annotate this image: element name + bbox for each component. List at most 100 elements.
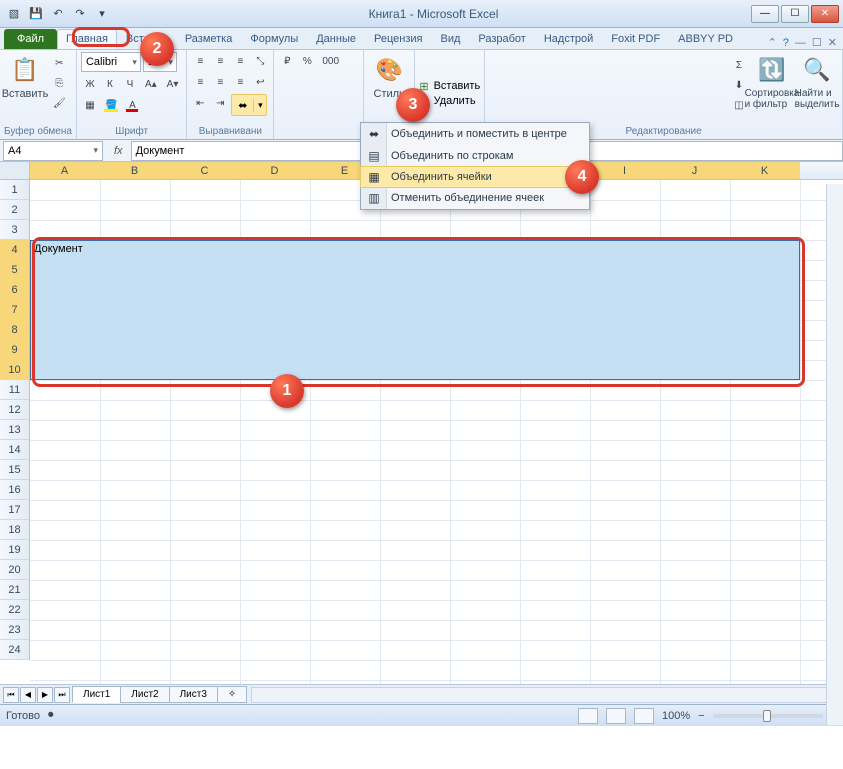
row-header[interactable]: 13 xyxy=(0,420,29,440)
ribbon-min-icon[interactable]: ⌃ xyxy=(768,36,777,49)
row-header[interactable]: 19 xyxy=(0,540,29,560)
sheet-tab-2[interactable]: Лист2 xyxy=(120,686,169,703)
row-header[interactable]: 2 xyxy=(0,200,29,220)
tab-file[interactable]: Файл xyxy=(4,29,57,49)
row-header[interactable]: 17 xyxy=(0,500,29,520)
col-header[interactable]: B xyxy=(100,162,170,179)
autosum-icon[interactable]: Σ xyxy=(730,56,748,74)
cell-insert-button[interactable]: Вставить xyxy=(434,80,481,93)
sheet-tab-1[interactable]: Лист1 xyxy=(72,686,121,703)
sheet-nav-last-icon[interactable]: ⏭ xyxy=(54,687,70,703)
row-header[interactable]: 14 xyxy=(0,440,29,460)
indent-inc-icon[interactable]: ⇥ xyxy=(211,94,229,112)
tab-review[interactable]: Рецензия xyxy=(365,29,432,49)
wrap-text-icon[interactable]: ↩ xyxy=(251,73,269,91)
col-header[interactable]: J xyxy=(660,162,730,179)
tab-home[interactable]: Главная xyxy=(57,29,117,49)
merge-across-item[interactable]: ▤Объединить по строкам xyxy=(361,145,589,167)
tab-data[interactable]: Данные xyxy=(307,29,365,49)
macro-rec-icon[interactable]: ⏺ xyxy=(48,709,54,722)
row-header[interactable]: 16 xyxy=(0,480,29,500)
unmerge-item[interactable]: ▥Отменить объединение ячеек xyxy=(361,187,589,209)
tab-dev[interactable]: Разработ xyxy=(469,29,534,49)
view-normal-icon[interactable] xyxy=(578,708,598,724)
row-header[interactable]: 24 xyxy=(0,640,29,660)
close-button[interactable]: ✕ xyxy=(811,5,839,23)
zoom-out-icon[interactable]: − xyxy=(698,710,704,722)
italic-button[interactable]: К xyxy=(101,75,119,93)
grow-font-icon[interactable]: A▴ xyxy=(141,75,161,93)
merge-dropdown-icon[interactable]: ▾ xyxy=(254,100,266,111)
tab-formulas[interactable]: Формулы xyxy=(241,29,307,49)
comma-icon[interactable]: 000 xyxy=(318,52,343,70)
row-header[interactable]: 23 xyxy=(0,620,29,640)
font-family-combo[interactable]: Calibri xyxy=(81,52,141,72)
right-align-icon[interactable]: ≡ xyxy=(231,73,249,91)
format-painter-icon[interactable]: 🖌 xyxy=(49,94,70,112)
doc-min-icon[interactable]: — xyxy=(795,37,806,49)
col-header[interactable]: K xyxy=(730,162,800,179)
tab-addins[interactable]: Надстрой xyxy=(535,29,602,49)
name-box[interactable]: A4 xyxy=(3,141,103,161)
merge-split-button[interactable]: ⬌ ▾ xyxy=(231,94,267,116)
merge-center-item[interactable]: ⬌Объединить и поместить в центре xyxy=(361,123,589,145)
col-header[interactable]: I xyxy=(590,162,660,179)
col-header[interactable]: A xyxy=(30,162,100,179)
row-header[interactable]: 10 xyxy=(0,360,29,380)
row-header[interactable]: 3 xyxy=(0,220,29,240)
col-header[interactable]: D xyxy=(240,162,310,179)
fill-color-icon[interactable]: 🪣 xyxy=(101,96,121,114)
underline-button[interactable]: Ч xyxy=(121,75,139,93)
mid-align-icon[interactable]: ≡ xyxy=(211,52,229,70)
horizontal-scrollbar[interactable] xyxy=(251,687,839,703)
cut-icon[interactable]: ✂ xyxy=(49,54,70,72)
sheet-tab-new-icon[interactable]: ✧ xyxy=(217,686,247,703)
row-header[interactable]: 11 xyxy=(0,380,29,400)
save-icon[interactable]: 💾 xyxy=(26,4,46,24)
center-align-icon[interactable]: ≡ xyxy=(211,73,229,91)
minimize-button[interactable]: — xyxy=(751,5,779,23)
bot-align-icon[interactable]: ≡ xyxy=(231,52,249,70)
row-header[interactable]: 20 xyxy=(0,560,29,580)
help-icon[interactable]: ? xyxy=(783,37,789,49)
spreadsheet-grid[interactable]: A B C D E F G H I J K 1 2 3 4 5 6 7 8 9 … xyxy=(0,162,843,684)
orient-icon[interactable]: ⤡ xyxy=(251,52,269,70)
tab-abbyy[interactable]: ABBYY PD xyxy=(669,29,742,49)
bold-button[interactable]: Ж xyxy=(81,75,99,93)
copy-icon[interactable]: ⎘ xyxy=(49,74,70,92)
row-header[interactable]: 4 xyxy=(0,240,29,260)
currency-icon[interactable]: ₽ xyxy=(278,52,296,70)
row-header[interactable]: 15 xyxy=(0,460,29,480)
doc-close-icon[interactable]: ✕ xyxy=(828,36,837,49)
border-icon[interactable]: ▦ xyxy=(81,96,99,114)
tab-view[interactable]: Вид xyxy=(431,29,469,49)
percent-icon[interactable]: % xyxy=(298,52,316,70)
merge-cells-item[interactable]: ▦Объединить ячейки xyxy=(360,166,590,188)
find-select-button[interactable]: 🔍 Найти и выделить xyxy=(796,52,838,124)
row-header[interactable]: 18 xyxy=(0,520,29,540)
row-header[interactable]: 7 xyxy=(0,300,29,320)
vertical-scrollbar[interactable] xyxy=(826,184,843,725)
shrink-font-icon[interactable]: A▾ xyxy=(163,75,183,93)
merge-center-icon[interactable]: ⬌ xyxy=(232,99,254,112)
undo-icon[interactable]: ↶ xyxy=(48,4,68,24)
doc-max-icon[interactable]: ☐ xyxy=(812,36,822,49)
sheet-nav-next-icon[interactable]: ▶ xyxy=(37,687,53,703)
tab-foxit[interactable]: Foxit PDF xyxy=(602,29,669,49)
sheet-tab-3[interactable]: Лист3 xyxy=(169,686,218,703)
row-header[interactable]: 8 xyxy=(0,320,29,340)
row-header[interactable]: 21 xyxy=(0,580,29,600)
col-header[interactable]: C xyxy=(170,162,240,179)
cells-area[interactable]: Документ xyxy=(30,180,843,684)
view-layout-icon[interactable] xyxy=(606,708,626,724)
row-header[interactable]: 22 xyxy=(0,600,29,620)
redo-icon[interactable]: ↷ xyxy=(70,4,90,24)
paste-button[interactable]: 📋 Вставить xyxy=(4,52,46,124)
row-header[interactable]: 12 xyxy=(0,400,29,420)
row-header[interactable]: 5 xyxy=(0,260,29,280)
row-header[interactable]: 6 xyxy=(0,280,29,300)
select-all-corner[interactable] xyxy=(0,162,30,180)
sheet-nav-prev-icon[interactable]: ◀ xyxy=(20,687,36,703)
maximize-button[interactable]: ☐ xyxy=(781,5,809,23)
row-header[interactable]: 9 xyxy=(0,340,29,360)
